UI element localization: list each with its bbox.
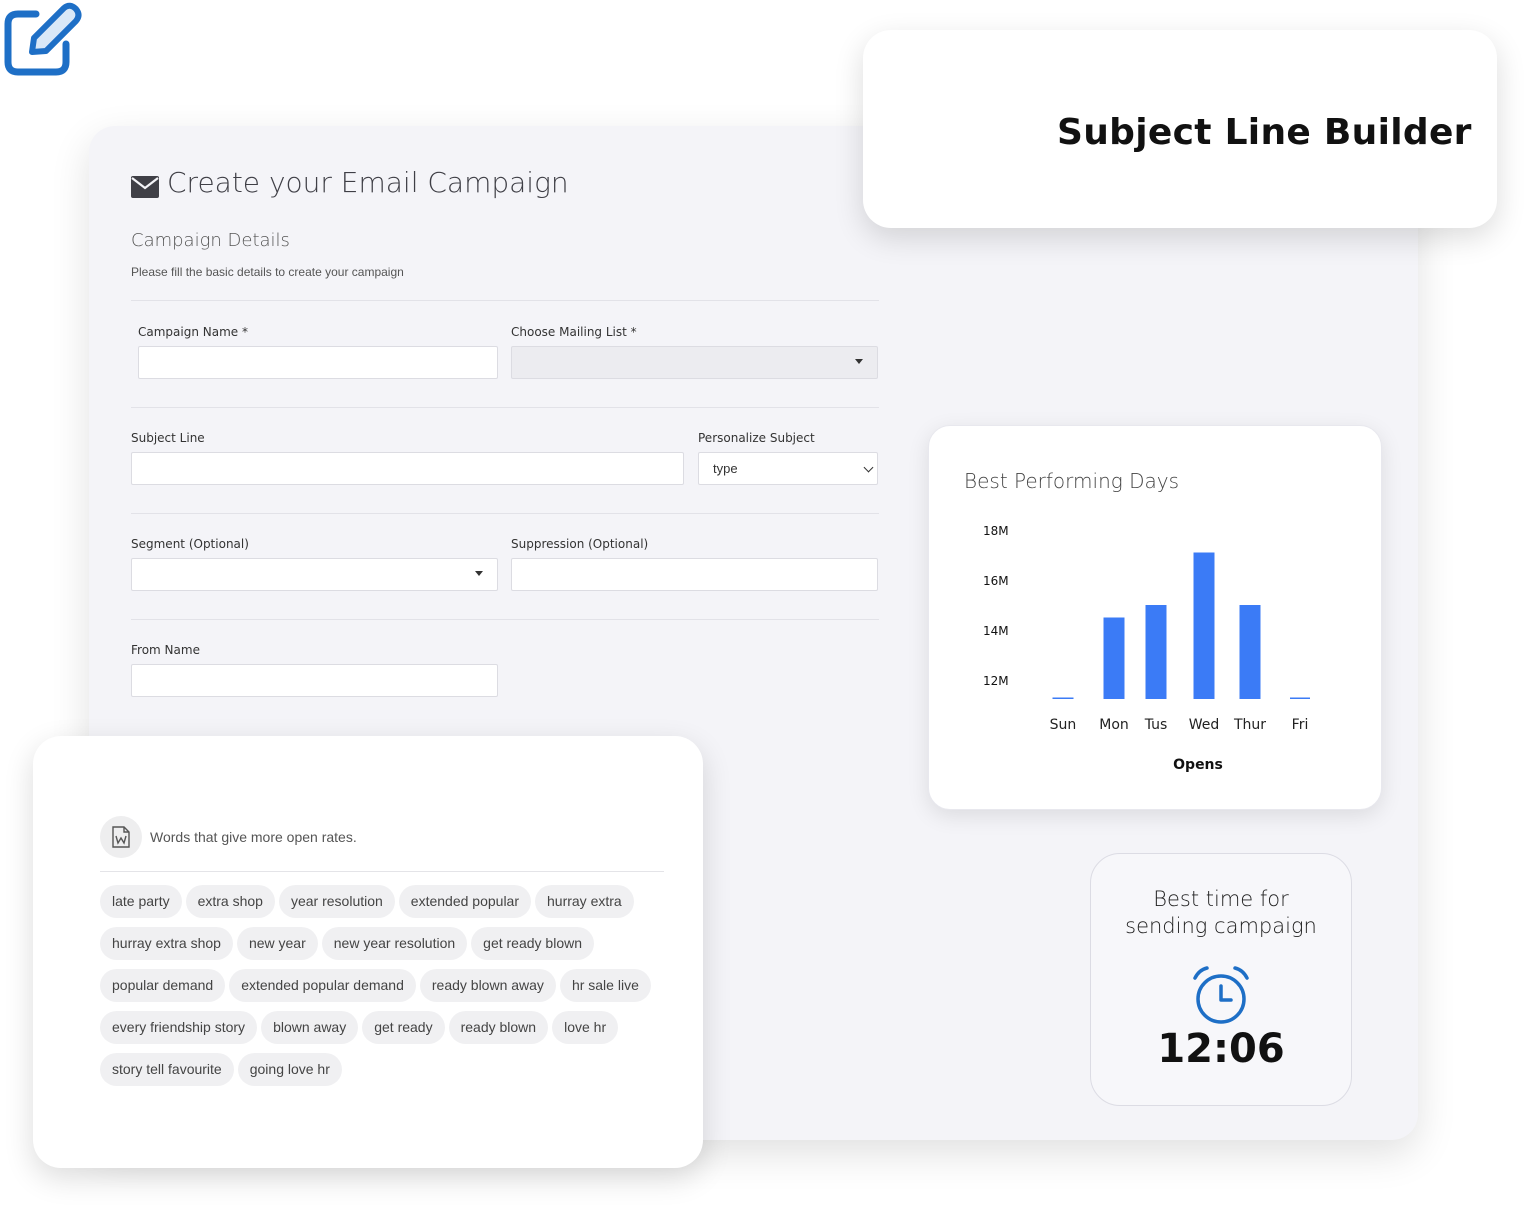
x-tick-label: Mon: [1099, 717, 1129, 733]
best-time-value: 12:06: [1157, 1026, 1285, 1072]
form-title-text: Create your Email Campaign: [167, 166, 569, 199]
word-chip[interactable]: get ready: [362, 1011, 445, 1044]
word-chip[interactable]: hurray extra shop: [100, 927, 233, 960]
subject-line-input[interactable]: [131, 452, 684, 485]
personalize-subject-value: type: [713, 461, 738, 476]
word-chip[interactable]: extra shop: [185, 885, 275, 918]
segment-label: Segment (Optional): [131, 537, 249, 551]
personalize-subject-select[interactable]: type: [698, 452, 878, 485]
word-chips: late party extra shop year resolution exten…: [100, 885, 660, 1086]
x-tick-label: Thur: [1233, 717, 1266, 733]
word-chip[interactable]: story tell favourite: [100, 1053, 234, 1086]
from-name-label: From Name: [131, 643, 200, 657]
divider: [131, 513, 879, 514]
bar-mon: [1103, 617, 1125, 699]
y-tick-label: 18M: [983, 524, 1009, 538]
word-chip[interactable]: hr sale live: [559, 969, 651, 1002]
divider: [131, 619, 879, 620]
form-title: Create your Email Campaign: [131, 166, 569, 199]
words-header: Words that give more open rates.: [100, 816, 357, 858]
word-chip[interactable]: ready blown: [448, 1011, 549, 1044]
word-chip[interactable]: popular demand: [100, 969, 226, 1002]
x-axis-label: Opens: [1173, 757, 1223, 773]
word-chip[interactable]: new year resolution: [321, 927, 468, 960]
subject-line-builder-title: Subject Line Builder: [1057, 112, 1472, 153]
bar-fri: [1290, 697, 1310, 699]
subject-line-label: Subject Line: [131, 431, 205, 445]
word-chip[interactable]: new year: [236, 927, 318, 960]
campaign-name-input[interactable]: [138, 346, 498, 379]
campaign-name-label: Campaign Name *: [138, 325, 248, 339]
segment-select[interactable]: [131, 558, 498, 591]
suppression-label: Suppression (Optional): [511, 537, 649, 551]
edit-icon: [0, 2, 82, 86]
section-title: Campaign Details: [131, 230, 290, 251]
bar-thur: [1239, 605, 1261, 699]
word-chip[interactable]: late party: [100, 885, 182, 918]
alarm-clock-icon: [1191, 964, 1251, 1031]
bar-chart: 18M 16M 14M 12M Sun Mon Tus Wed Thur Fri Opens: [983, 524, 1310, 773]
x-tick-label: Fri: [1292, 717, 1309, 733]
best-time-title-line1: Best time for: [1153, 887, 1289, 911]
word-chip[interactable]: extended popular: [398, 885, 531, 918]
bar-tus: [1145, 605, 1167, 699]
divider: [100, 871, 664, 872]
envelope-icon: [131, 172, 159, 198]
word-chip[interactable]: extended popular demand: [229, 969, 416, 1002]
divider: [131, 300, 879, 301]
words-label: Words that give more open rates.: [150, 829, 357, 845]
word-chip[interactable]: going love hr: [237, 1053, 342, 1086]
section-description: Please fill the basic details to create …: [131, 265, 404, 279]
word-chip[interactable]: blown away: [261, 1011, 359, 1044]
word-chip[interactable]: get ready blown: [471, 927, 595, 960]
x-tick-label: Sun: [1050, 717, 1077, 733]
best-time-title-line2: sending campaign: [1125, 914, 1317, 938]
bar-wed: [1193, 552, 1215, 699]
bar-sun: [1052, 697, 1074, 699]
mailing-list-label: Choose Mailing List *: [511, 325, 637, 339]
caret-down-icon[interactable]: [855, 359, 863, 364]
suppression-input[interactable]: [511, 558, 878, 591]
personalize-subject-label: Personalize Subject: [698, 431, 815, 445]
caret-down-icon[interactable]: [475, 571, 483, 576]
word-chip[interactable]: love hr: [552, 1011, 619, 1044]
divider: [131, 407, 879, 408]
from-name-input[interactable]: [131, 664, 498, 697]
best-time-title: Best time for sending campaign: [1090, 886, 1352, 940]
x-tick-label: Wed: [1189, 717, 1220, 733]
x-tick-label: Tus: [1144, 717, 1168, 733]
y-tick-label: 12M: [983, 674, 1009, 688]
word-chip[interactable]: every friendship story: [100, 1011, 258, 1044]
word-chip[interactable]: hurray extra: [535, 885, 634, 918]
mailing-list-select[interactable]: [511, 346, 878, 379]
word-chip[interactable]: year resolution: [278, 885, 395, 918]
word-chip[interactable]: ready blown away: [419, 969, 556, 1002]
word-document-icon: [100, 816, 142, 858]
y-tick-label: 14M: [983, 624, 1009, 638]
y-tick-label: 16M: [983, 574, 1009, 588]
